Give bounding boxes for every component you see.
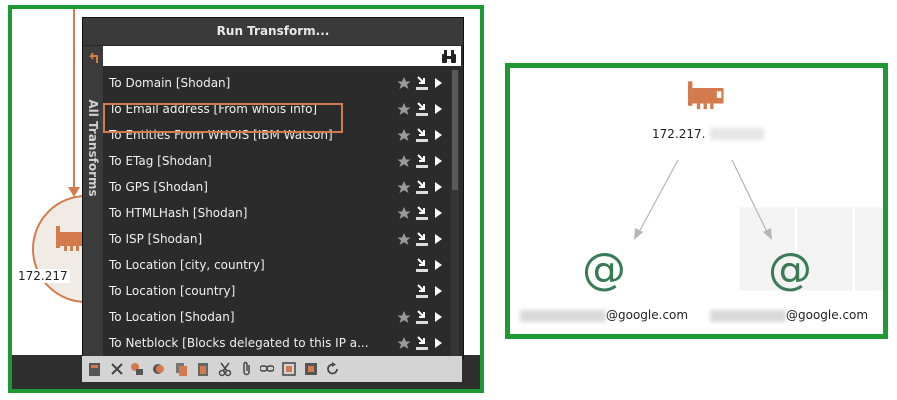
download-icon[interactable]	[415, 101, 429, 117]
node-label-ip: 172.217	[16, 269, 70, 283]
download-icon[interactable]	[415, 335, 429, 351]
transform-item-label: To Location [Shodan]	[109, 310, 235, 324]
play-icon[interactable]	[435, 338, 442, 348]
binoculars-icon[interactable]	[441, 48, 457, 64]
download-icon[interactable]	[415, 309, 429, 325]
focus-icon[interactable]	[304, 361, 318, 377]
export-icon[interactable]	[88, 361, 102, 377]
download-icon[interactable]	[415, 231, 429, 247]
transform-item[interactable]: To ISP [Shodan]	[103, 226, 447, 252]
transform-item-label: To GPS [Shodan]	[109, 180, 208, 194]
transform-list-scrollbar[interactable]	[451, 70, 459, 358]
right-screenshot-frame: ███ 172.217. @ @ @google.com @google.com	[505, 63, 888, 339]
play-icon[interactable]	[435, 130, 442, 140]
redacted-email-blur	[710, 310, 786, 322]
transform-item[interactable]: To ETag [Shodan]	[103, 148, 447, 174]
run-transform-dialog: Run Transform... All Transforms To Domai…	[82, 17, 464, 359]
dialog-title: Run Transform...	[83, 18, 463, 45]
back-arrow-icon[interactable]	[87, 50, 99, 64]
email-address-icon[interactable]: @	[768, 244, 812, 295]
play-icon[interactable]	[435, 208, 442, 218]
star-icon[interactable]	[397, 310, 411, 324]
download-icon[interactable]	[415, 257, 429, 273]
play-icon[interactable]	[435, 260, 442, 270]
highlighted-transform-outline	[103, 103, 343, 133]
side-tab-label: All Transforms	[86, 99, 100, 197]
transform-item[interactable]: To Location [city, country]	[103, 252, 447, 278]
transform-search-input[interactable]	[103, 46, 433, 66]
transform-item-label: To Domain [Shodan]	[109, 76, 231, 90]
star-icon[interactable]	[397, 128, 411, 142]
cut-icon[interactable]	[218, 361, 232, 377]
transform-item[interactable]: To Domain [Shodan]	[103, 70, 447, 96]
star-icon[interactable]	[397, 154, 411, 168]
chain-icon[interactable]	[260, 361, 274, 377]
transform-item-label: To Netblock [Blocks delegated to this IP…	[109, 336, 369, 350]
transform-item-label: To ISP [Shodan]	[109, 232, 203, 246]
attach-icon[interactable]	[240, 361, 254, 377]
star-icon[interactable]	[397, 232, 411, 246]
copy-icon[interactable]	[174, 361, 188, 377]
play-icon[interactable]	[435, 104, 442, 114]
play-icon[interactable]	[435, 78, 442, 88]
email-node-label: @google.com	[786, 308, 869, 322]
download-icon[interactable]	[415, 205, 429, 221]
graph-edge	[73, 9, 75, 192]
scrollbar-thumb[interactable]	[452, 70, 458, 190]
transform-item[interactable]: To GPS [Shodan]	[103, 174, 447, 200]
refresh-icon[interactable]	[326, 361, 340, 377]
star-icon[interactable]	[397, 102, 411, 116]
redacted-email-blur	[520, 310, 606, 322]
graph-edges	[634, 159, 772, 240]
email-address-icon[interactable]: @	[582, 244, 626, 295]
delete-icon[interactable]	[110, 361, 124, 377]
download-icon[interactable]	[415, 179, 429, 195]
email-node-label: @google.com	[606, 308, 689, 322]
layers-icon[interactable]	[152, 361, 166, 377]
star-icon[interactable]	[397, 180, 411, 194]
search-row	[103, 46, 461, 66]
transform-item[interactable]: To Location [country]	[103, 278, 447, 304]
paste-icon[interactable]	[196, 361, 210, 377]
all-transforms-tab[interactable]: All Transforms	[83, 46, 103, 358]
play-icon[interactable]	[435, 182, 442, 192]
star-icon[interactable]	[397, 76, 411, 90]
transform-item-label: To HTMLHash [Shodan]	[109, 206, 248, 220]
transform-item-label: To Location [city, country]	[109, 258, 265, 272]
download-icon[interactable]	[415, 127, 429, 143]
transform-item[interactable]: To Netblock [Blocks delegated to this IP…	[103, 330, 447, 356]
download-icon[interactable]	[415, 283, 429, 299]
play-icon[interactable]	[435, 286, 442, 296]
download-icon[interactable]	[415, 75, 429, 91]
transform-item-label: To ETag [Shodan]	[109, 154, 212, 168]
transform-item[interactable]: To HTMLHash [Shodan]	[103, 200, 447, 226]
download-icon[interactable]	[415, 153, 429, 169]
link-icon[interactable]	[130, 361, 144, 377]
star-icon[interactable]	[397, 206, 411, 220]
star-icon[interactable]	[397, 336, 411, 350]
select-icon[interactable]	[282, 361, 296, 377]
transform-item-label: To Location [country]	[109, 284, 236, 298]
play-icon[interactable]	[435, 234, 442, 244]
graph-toolbar	[82, 356, 462, 382]
play-icon[interactable]	[435, 312, 442, 322]
transform-item[interactable]: To Location [Shodan]	[103, 304, 447, 330]
play-icon[interactable]	[435, 156, 442, 166]
